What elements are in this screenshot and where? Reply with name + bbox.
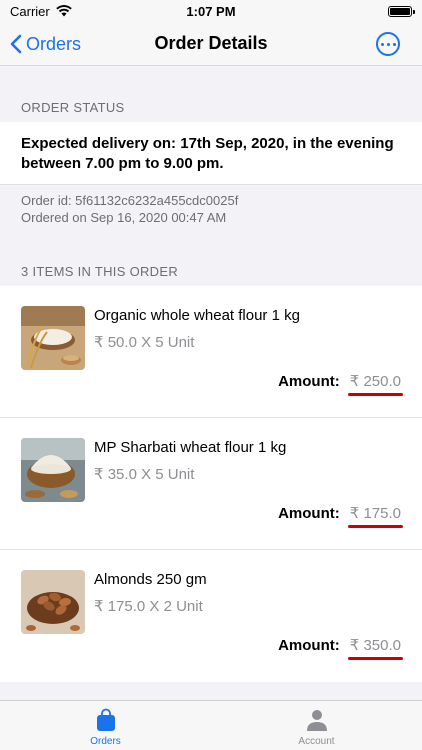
battery-icon <box>388 5 415 17</box>
items-header: 3 ITEMS IN THIS ORDER <box>21 264 179 279</box>
person-icon <box>306 710 327 731</box>
ordered-on: Ordered on Sep 16, 2020 00:47 AM <box>21 210 227 225</box>
product-name: MP Sharbati wheat flour 1 kg <box>94 439 287 456</box>
product-image <box>21 570 85 634</box>
tab-account[interactable]: Account <box>211 701 422 750</box>
tab-account-label: Account <box>298 736 335 747</box>
amount-value: ₹ 175.0 <box>347 504 404 528</box>
product-qty: ₹ 175.0 X 2 Unit <box>94 598 203 615</box>
tab-bar: Orders Account <box>0 700 422 750</box>
amount-label: Amount: <box>278 637 340 654</box>
amount-label: Amount: <box>278 373 340 390</box>
navigation-bar: Orders Order Details <box>0 22 422 66</box>
order-status-header: ORDER STATUS <box>21 100 125 115</box>
product-qty: ₹ 50.0 X 5 Unit <box>94 334 195 351</box>
product-image <box>21 306 85 370</box>
chevron-left-icon <box>10 34 22 54</box>
status-bar: Carrier 1:07 PM <box>0 0 422 22</box>
amount-label: Amount: <box>278 505 340 522</box>
list-item[interactable]: MP Sharbati wheat flour 1 kg ₹ 35.0 X 5 … <box>0 418 422 550</box>
back-button-label: Orders <box>26 33 82 54</box>
amount-value: ₹ 250.0 <box>347 372 404 396</box>
amount-row: Amount: ₹ 175.0 <box>278 504 404 528</box>
delivery-status-card: Expected delivery on: 17th Sep, 2020, in… <box>0 122 422 184</box>
back-button[interactable]: Orders <box>10 22 81 66</box>
bag-icon <box>96 708 115 731</box>
status-time: 1:07 PM <box>186 3 236 19</box>
product-image <box>21 438 85 502</box>
items-list: Organic whole wheat flour 1 kg ₹ 50.0 X … <box>0 286 422 682</box>
tab-orders[interactable]: Orders <box>0 701 211 750</box>
product-name: Organic whole wheat flour 1 kg <box>94 307 300 324</box>
amount-row: Amount: ₹ 350.0 <box>278 636 404 660</box>
amount-row: Amount: ₹ 250.0 <box>278 372 404 396</box>
amount-value: ₹ 350.0 <box>347 636 404 660</box>
list-item[interactable]: Almonds 250 gm ₹ 175.0 X 2 Unit Amount: … <box>0 550 422 682</box>
delivery-message: Expected delivery on: 17th Sep, 2020, in… <box>21 135 394 172</box>
product-qty: ₹ 35.0 X 5 Unit <box>94 466 195 483</box>
list-item[interactable]: Organic whole wheat flour 1 kg ₹ 50.0 X … <box>0 286 422 418</box>
product-name: Almonds 250 gm <box>94 571 207 588</box>
order-id: Order id: 5f61132c6232a455cdc0025f <box>21 193 239 208</box>
tab-orders-label: Orders <box>90 736 121 747</box>
page-title: Order Details <box>154 33 268 53</box>
order-meta: Order id: 5f61132c6232a455cdc0025f Order… <box>0 184 422 228</box>
more-options-icon[interactable] <box>376 32 400 56</box>
